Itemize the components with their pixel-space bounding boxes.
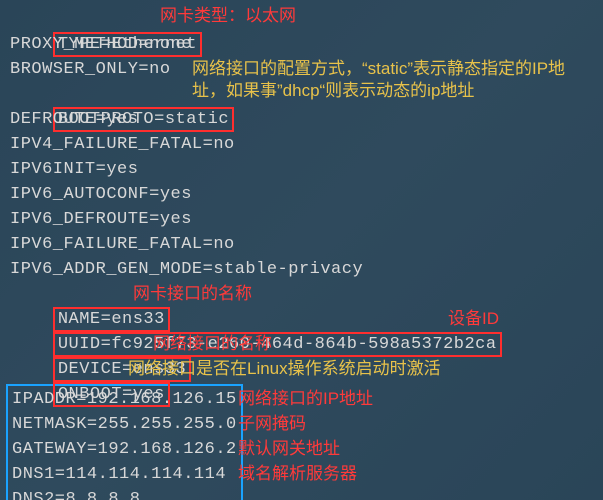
annotation-type: 网卡类型：以太网	[160, 5, 296, 27]
line-type: TYPE=Ethernet	[10, 7, 593, 32]
line-dns2: DNS2=8.8.8.8	[12, 487, 237, 500]
line-ipv6defroute: IPV6_DEFROUTE=yes	[10, 207, 593, 232]
line-name: NAME=ens33	[10, 282, 593, 307]
annotation-bootproto: 网络接口的配置方式，“static”表示静态指定的IP地址，如果事”dhcp“则…	[192, 58, 592, 102]
line-ipv6init: IPV6INIT=yes	[10, 157, 593, 182]
annotation-uuid: 设备ID	[448, 308, 499, 330]
annotation-onboot: 网络接口是否在Linux操作系统启动时激活	[128, 358, 441, 380]
line-device: DEVICE=ens33	[10, 332, 593, 357]
box-network-block: IPADDR=192.168.126.15 NETMASK=255.255.25…	[6, 384, 243, 500]
annotation-name: 网卡接口的名称	[133, 283, 252, 305]
line-ipv4fail: IPV4_FAILURE_FATAL=no	[10, 132, 593, 157]
line-ipv6fail: IPV6_FAILURE_FATAL=no	[10, 232, 593, 257]
line-ipaddr: IPADDR=192.168.126.15	[12, 387, 237, 412]
line-netmask: NETMASK=255.255.255.0	[12, 412, 237, 437]
line-gateway: GATEWAY=192.168.126.2	[12, 437, 237, 462]
line-proxy: PROXY_METHOD=none	[10, 32, 593, 57]
annotation-dns: 域名解析服务器	[238, 463, 357, 485]
annotation-device: 网络接口的名称	[153, 333, 272, 355]
annotation-gateway: 默认网关地址	[238, 438, 340, 460]
line-defroute: DEFROUTE=yes	[10, 107, 593, 132]
annotation-netmask: 子网掩码	[238, 413, 306, 435]
line-uuid: UUID=fc925f73-e260-464d-864b-598a5372b2c…	[10, 307, 593, 332]
line-ipv6auto: IPV6_AUTOCONF=yes	[10, 182, 593, 207]
annotation-ipaddr: 网络接口的IP地址	[238, 388, 373, 410]
line-ipv6addr: IPV6_ADDR_GEN_MODE=stable-privacy	[10, 257, 593, 282]
line-dns1: DNS1=114.114.114.114	[12, 462, 237, 487]
